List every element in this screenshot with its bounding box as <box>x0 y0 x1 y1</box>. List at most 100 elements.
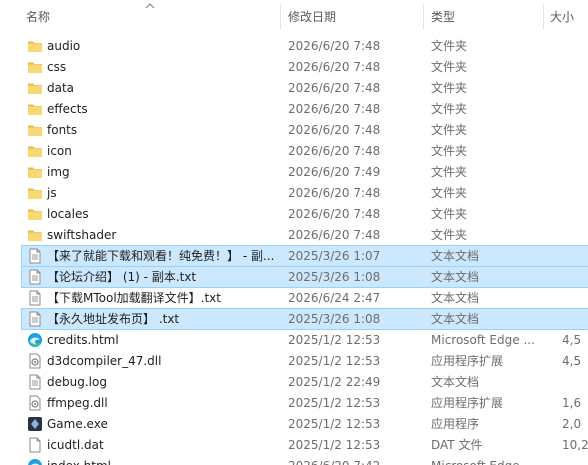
file-row[interactable]: index.html2026/6/20 7:42Microsoft Edge .… <box>22 456 588 465</box>
file-modified-date: 2026/6/20 7:48 <box>288 207 381 221</box>
file-row[interactable]: swiftshader 2026/6/20 7:48 文件夹 <box>22 225 588 245</box>
file-type: 文件夹 <box>431 165 468 179</box>
file-size <box>562 183 588 203</box>
file-size <box>562 456 588 465</box>
file-row[interactable]: 【下载MTool加载翻译文件】.txt 2026/6/24 2:47 文本文档 <box>22 288 588 308</box>
file-size: 10,2 <box>562 438 588 452</box>
game-exe-icon <box>27 416 43 432</box>
file-size <box>562 36 588 56</box>
file-type: 文件夹 <box>431 39 468 53</box>
file-name: debug.log <box>47 375 107 389</box>
file-type: Microsoft Edge ... <box>431 333 535 347</box>
file-type: 文本文档 <box>431 270 480 284</box>
file-name: d3dcompiler_47.dll <box>47 354 162 368</box>
file-name: credits.html <box>47 333 119 347</box>
file-row[interactable]: Game.exe 2025/1/2 12:53 应用程序 2,0 <box>22 414 588 434</box>
file-type: 文件夹 <box>431 207 468 221</box>
file-type: 应用程序扩展 <box>431 354 504 368</box>
file-type: 文本文档 <box>431 291 480 305</box>
file-name: 【来了就能下载和观看！纯免费！】 - 副... <box>47 249 275 263</box>
file-modified-date: 2026/6/20 7:49 <box>288 165 381 179</box>
file-name: data <box>47 81 75 95</box>
folder-icon <box>27 164 43 180</box>
file-row[interactable]: icudtl.dat 2025/1/2 12:53 DAT 文件 10,2 <box>22 435 588 455</box>
file-type: 文件夹 <box>431 102 468 116</box>
file-name: swiftshader <box>47 228 117 242</box>
file-modified-date: 2026/6/20 7:42 <box>288 456 428 465</box>
file-modified-date: 2025/1/2 12:53 <box>288 417 381 431</box>
file-row[interactable]: css 2026/6/20 7:48 文件夹 <box>22 57 588 77</box>
file-type: 文件夹 <box>431 60 468 74</box>
text-file-icon <box>27 269 43 285</box>
file-type: 文件夹 <box>431 123 468 137</box>
file-row[interactable]: d3dcompiler_47.dll 2025/1/2 12:53 应用程序扩展 4,… <box>22 351 588 371</box>
folder-icon <box>27 38 43 54</box>
folder-icon <box>27 101 43 117</box>
file-row[interactable]: icon 2026/6/20 7:48 文件夹 <box>22 141 588 161</box>
sort-ascending-icon <box>145 3 155 9</box>
file-type: 文件夹 <box>431 186 468 200</box>
file-row[interactable]: locales 2026/6/20 7:48 文件夹 <box>22 204 588 224</box>
file-row[interactable]: 【论坛介绍】 (1) - 副本.txt 2025/3/26 1:08 文本文档 <box>21 266 588 288</box>
column-divider[interactable] <box>543 4 544 30</box>
file-row[interactable]: js 2026/6/20 7:48 文件夹 <box>22 183 588 203</box>
file-modified-date: 2026/6/20 7:48 <box>288 60 381 74</box>
file-row[interactable]: img 2026/6/20 7:49 文件夹 <box>22 162 588 182</box>
text-file-icon <box>27 374 43 390</box>
file-size <box>562 372 588 392</box>
text-file-icon <box>27 290 43 306</box>
file-modified-date: 2025/3/26 1:08 <box>288 312 381 326</box>
file-name: icudtl.dat <box>47 438 104 452</box>
column-header-size[interactable]: 大小 <box>550 0 574 34</box>
file-modified-date: 2026/6/20 7:48 <box>288 123 381 137</box>
column-header-name[interactable]: 名称 <box>26 0 50 34</box>
file-size <box>562 288 588 308</box>
file-row[interactable]: effects 2026/6/20 7:48 文件夹 <box>22 99 588 119</box>
file-name: 【永久地址发布页】 .txt <box>47 312 180 326</box>
folder-icon <box>27 80 43 96</box>
file-modified-date: 2025/1/2 12:53 <box>288 354 381 368</box>
file-size <box>562 57 588 77</box>
column-divider[interactable] <box>423 4 424 30</box>
file-modified-date: 2026/6/20 7:48 <box>288 228 381 242</box>
file-row[interactable]: 【来了就能下载和观看！纯免费！】 - 副... 2025/3/26 1:07 文本文… <box>21 245 588 267</box>
edge-html-icon <box>27 332 43 348</box>
file-type: 文件夹 <box>431 144 468 158</box>
file-size <box>562 204 588 224</box>
dll-file-icon <box>27 353 43 369</box>
file-type: 文本文档 <box>431 249 480 263</box>
file-modified-date: 2025/1/2 22:49 <box>288 375 381 389</box>
dat-file-icon <box>27 437 43 453</box>
file-modified-date: 2025/1/2 12:53 <box>288 396 381 410</box>
file-name: 【论坛介绍】 (1) - 副本.txt <box>47 270 197 284</box>
file-modified-date: 2026/6/20 7:48 <box>288 81 381 95</box>
file-row[interactable]: fonts 2026/6/20 7:48 文件夹 <box>22 120 588 140</box>
column-header: 名称 修改日期 类型 大小 <box>0 0 588 34</box>
file-type: 应用程序 <box>431 417 480 431</box>
file-row[interactable]: credits.html 2025/1/2 12:53 Microsoft Edge… <box>22 330 588 350</box>
file-row[interactable]: 【永久地址发布页】 .txt 2025/3/26 1:08 文本文档 <box>21 308 588 330</box>
file-name: css <box>47 60 67 74</box>
file-size <box>562 267 588 287</box>
file-name: effects <box>47 102 88 116</box>
folder-icon <box>27 206 43 222</box>
file-size <box>562 141 588 161</box>
column-header-type[interactable]: 类型 <box>431 0 455 34</box>
file-row[interactable]: audio 2026/6/20 7:48 文件夹 <box>22 36 588 56</box>
file-row[interactable]: ffmpeg.dll 2025/1/2 12:53 应用程序扩展 1,6 <box>22 393 588 413</box>
column-divider[interactable] <box>280 4 281 30</box>
file-size: 4,5 <box>562 333 582 347</box>
column-header-date[interactable]: 修改日期 <box>288 0 336 34</box>
file-name: audio <box>47 39 81 53</box>
file-name: locales <box>47 207 89 221</box>
folder-icon <box>27 227 43 243</box>
file-type: 文件夹 <box>431 228 468 242</box>
file-size <box>562 78 588 98</box>
file-type: Microsoft Edge ... <box>431 456 559 465</box>
file-size: 1,6 <box>562 396 582 410</box>
file-size <box>562 246 588 266</box>
folder-icon <box>27 59 43 75</box>
file-row[interactable]: data 2026/6/20 7:48 文件夹 <box>22 78 588 98</box>
file-row[interactable]: debug.log 2025/1/2 22:49 文本文档 <box>22 372 588 392</box>
file-modified-date: 2026/6/20 7:48 <box>288 39 381 53</box>
